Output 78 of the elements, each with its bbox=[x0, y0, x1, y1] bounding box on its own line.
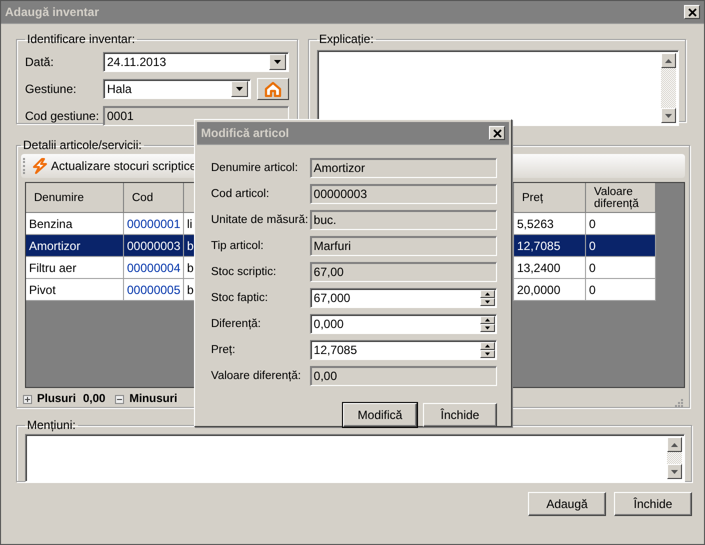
field-label: Gestiune: bbox=[25, 82, 78, 96]
spin-field[interactable]: 12,7085 bbox=[310, 340, 497, 360]
down-arrow-icon bbox=[671, 470, 678, 474]
table-cell: 0 bbox=[589, 238, 596, 252]
table-cell: 0 bbox=[589, 282, 596, 296]
table-cell: li bbox=[187, 216, 192, 230]
up-arrow-icon bbox=[665, 58, 672, 62]
dialog-button[interactable]: Închide bbox=[423, 403, 497, 427]
dropdown-button[interactable] bbox=[231, 80, 248, 96]
table-cell: Pivot bbox=[29, 282, 56, 296]
field-label: Valoare diferență: bbox=[211, 370, 302, 382]
total-label: Plusuri bbox=[37, 393, 76, 405]
up-arrow-icon bbox=[671, 442, 678, 446]
close-button[interactable] bbox=[684, 5, 700, 19]
text-field[interactable]: Marfuri bbox=[310, 236, 497, 256]
table-cell: 12,7085 bbox=[517, 238, 560, 252]
table-cell: 00000003 bbox=[127, 238, 180, 252]
dropdown-field[interactable]: 24.11.2013 bbox=[103, 52, 289, 72]
close-button[interactable] bbox=[489, 126, 505, 140]
table-cell: 0 bbox=[589, 260, 596, 274]
table-cell: b bbox=[187, 282, 194, 296]
text-field[interactable]: 00000003 bbox=[310, 184, 497, 204]
dropdown-field[interactable]: Hala bbox=[103, 78, 251, 98]
field-label: Stoc scriptic: bbox=[211, 266, 278, 278]
text-field[interactable]: buc. bbox=[310, 210, 497, 230]
table-cell: 00000001 bbox=[127, 216, 180, 230]
table-cell: b bbox=[187, 238, 194, 252]
column-header[interactable]: Preț bbox=[514, 183, 586, 213]
field-label: Diferență: bbox=[211, 318, 262, 330]
field-label: Preț: bbox=[211, 344, 236, 356]
total-label: Minusuri bbox=[129, 393, 178, 405]
dialog-button[interactable]: Închide bbox=[614, 492, 692, 516]
table-cell: 00000005 bbox=[127, 282, 180, 296]
table-cell: b bbox=[187, 260, 194, 274]
field-label: Denumire articol: bbox=[211, 162, 299, 174]
group-label: Mențiuni: bbox=[26, 418, 77, 432]
text-area[interactable] bbox=[25, 434, 685, 482]
dialog-button[interactable]: Modifică bbox=[343, 403, 417, 427]
table-cell: 00000004 bbox=[127, 260, 180, 274]
close-icon bbox=[688, 8, 696, 16]
table-cell: 0 bbox=[589, 216, 596, 230]
spin-field[interactable]: 0,000 bbox=[310, 314, 497, 334]
dropdown-button[interactable] bbox=[269, 54, 286, 70]
caret-icon bbox=[236, 86, 243, 90]
table-cell: Benzina bbox=[29, 216, 72, 230]
field-label: Unitate de măsură: bbox=[211, 214, 310, 226]
table-cell: Filtru aer bbox=[29, 260, 76, 274]
window-title: Adaugă inventar bbox=[5, 5, 100, 19]
down-arrow-icon bbox=[665, 114, 672, 118]
lightning-icon bbox=[32, 158, 48, 174]
field-label: Stoc faptic: bbox=[211, 292, 269, 304]
spin-field[interactable]: 67,000 bbox=[310, 288, 497, 308]
field-label: Cod articol: bbox=[211, 188, 270, 200]
column-header[interactable]: Cod bbox=[124, 183, 184, 213]
field-label: Cod gestiune: bbox=[25, 108, 100, 122]
caret-icon bbox=[274, 60, 281, 64]
field-label: Tip articol: bbox=[211, 240, 265, 252]
house-icon bbox=[264, 80, 282, 96]
field-label: Dată: bbox=[25, 54, 55, 68]
scrollbar[interactable] bbox=[661, 53, 676, 123]
group-label: Explicație: bbox=[318, 32, 375, 46]
scrollbar[interactable] bbox=[667, 437, 682, 479]
group-label: Identificare inventar: bbox=[26, 32, 136, 46]
text-field[interactable]: Amortizor bbox=[310, 158, 497, 178]
group-label: Detalii articole/servicii: bbox=[22, 138, 143, 152]
house-button[interactable] bbox=[257, 78, 289, 100]
column-header[interactable]: Valoare diferență bbox=[586, 183, 656, 213]
close-icon bbox=[492, 128, 502, 138]
dialog-title: Modifică articol bbox=[201, 126, 290, 140]
total-value: 0,00 bbox=[82, 393, 106, 405]
dialog-button[interactable]: Adaugă bbox=[528, 492, 606, 516]
text-field[interactable]: 0,00 bbox=[310, 366, 497, 386]
table-cell: 13,2400 bbox=[517, 260, 560, 274]
text-field[interactable]: 67,00 bbox=[310, 262, 497, 282]
table-cell: 5,5263 bbox=[517, 216, 554, 230]
table-cell: Amortizor bbox=[29, 238, 80, 252]
column-header[interactable]: Denumire bbox=[26, 183, 124, 213]
table-cell: 20,0000 bbox=[517, 282, 560, 296]
